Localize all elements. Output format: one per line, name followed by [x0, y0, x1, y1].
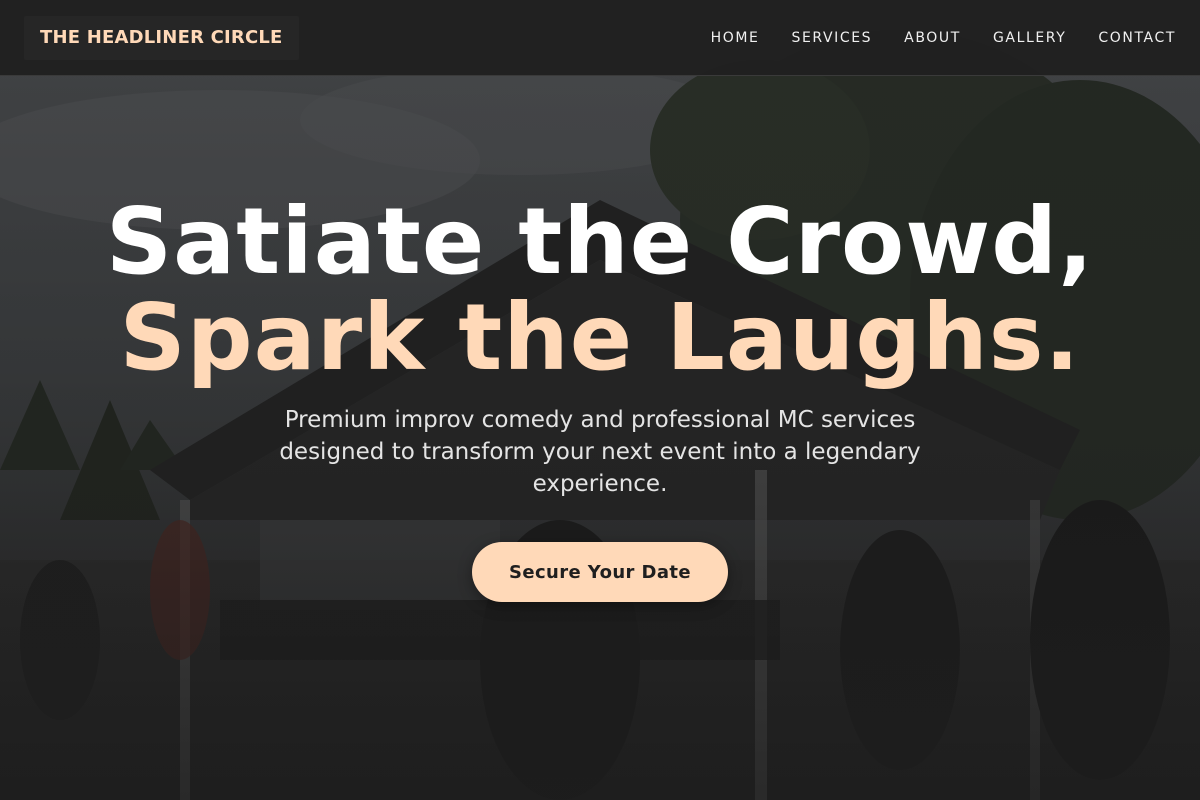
hero-headline-line2: Spark the Laughs. [119, 284, 1081, 391]
brand-logo[interactable]: THE HEADLINER CIRCLE [24, 15, 299, 60]
nav-about-link[interactable]: ABOUT [904, 30, 961, 46]
nav-services-link[interactable]: SERVICES [791, 30, 872, 46]
main-nav: HOME SERVICES ABOUT GALLERY CONTACT [711, 30, 1176, 46]
nav-contact-link[interactable]: CONTACT [1098, 30, 1176, 46]
secure-your-date-button[interactable]: Secure Your Date [472, 542, 728, 602]
nav-gallery-link[interactable]: GALLERY [993, 30, 1066, 46]
nav-home-link[interactable]: HOME [711, 30, 760, 46]
hero-subtext: Premium improv comedy and professional M… [279, 407, 921, 497]
hero-section: Satiate the Crowd, Spark the Laughs. Pre… [0, 76, 1200, 800]
page: THE HEADLINER CIRCLE HOME SERVICES ABOUT… [0, 0, 1200, 800]
site-header: THE HEADLINER CIRCLE HOME SERVICES ABOUT… [0, 0, 1200, 76]
hero-headline-line1: Satiate the Crowd, [105, 188, 1095, 295]
hero-headline: Satiate the Crowd, Spark the Laughs. [0, 194, 1200, 386]
